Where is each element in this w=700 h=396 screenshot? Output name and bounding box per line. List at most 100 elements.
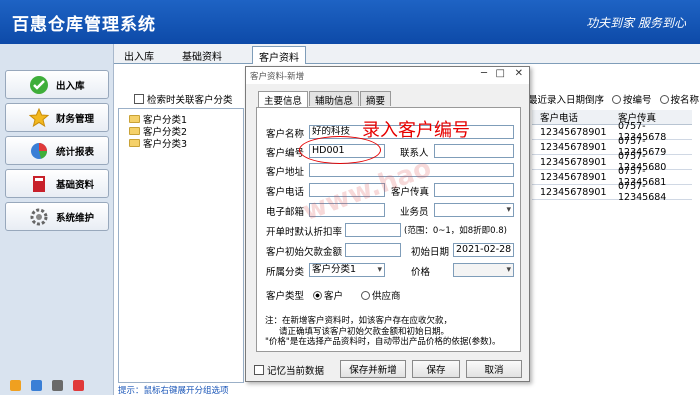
fax-label: 客户传真 — [391, 187, 430, 198]
initial-date-label: 初始日期 — [411, 247, 450, 258]
discount-label: 开单时默认折扣率 — [266, 227, 343, 238]
tab-main-info[interactable]: 主要信息 — [258, 91, 309, 107]
phone-field[interactable] — [309, 183, 385, 197]
tab-customer-data[interactable]: 客户资料 — [252, 46, 306, 64]
cell: 0757-12345684 — [618, 181, 667, 203]
table-row[interactable]: 12345678901 0757-12345684 — [532, 181, 692, 203]
app-title: 百惠仓库管理系统 — [12, 15, 156, 35]
cell: 12345678901 — [540, 126, 607, 138]
note-line: "价格"是在选择产品资料时，自动带出产品价格的依据(参数)。 — [265, 337, 501, 347]
note-line: 请正确填写该客户初始欠款金额和初始日期。 — [279, 326, 450, 337]
remember-checkbox[interactable]: 记忆当前数据 — [254, 363, 324, 377]
checkbox-box[interactable] — [254, 365, 264, 375]
phone-label: 客户电话 — [266, 187, 305, 198]
radio-label: 供应商 — [372, 291, 401, 302]
check-icon — [28, 74, 50, 96]
sidebar-item-system[interactable]: 系统维护 — [5, 202, 109, 231]
contact-field[interactable] — [434, 144, 514, 158]
email-label: 电子邮箱 — [266, 207, 305, 218]
initial-debt-label: 客户初始欠款金额 — [266, 247, 343, 258]
radio-label: 按编号 — [623, 95, 652, 106]
address-field[interactable] — [309, 163, 514, 177]
sidebar-item-label: 基础资料 — [56, 179, 95, 191]
tree-item-label: 客户分类3 — [143, 139, 188, 150]
code-label: 客户编号 — [266, 148, 305, 159]
sidebar-item-label: 出入库 — [56, 80, 85, 92]
app-header: 百惠仓库管理系统 功夫到家 服务到心 — [0, 0, 700, 44]
type-supplier-radio[interactable]: 供应商 — [361, 288, 401, 302]
note-line: 注：在新增客户资料时，如该客户存在应收欠款， — [265, 316, 453, 326]
initial-debt-field[interactable] — [345, 243, 401, 257]
salesman-label: 业务员 — [400, 207, 429, 218]
cell: 12345678901 — [540, 171, 607, 183]
sort-options: 最近录入日期倒序 按编号 按名称 — [528, 92, 699, 106]
sort-code-option[interactable]: 按编号 — [612, 92, 652, 106]
address-label: 客户地址 — [266, 167, 305, 178]
tab-basic-data[interactable]: 基础资料 — [176, 46, 228, 64]
radio-icon — [313, 291, 322, 300]
fax-field[interactable] — [434, 183, 514, 197]
radio-label: 按名称 — [670, 95, 700, 106]
link-category-checkbox[interactable]: 检索时关联客户分类 — [134, 92, 233, 106]
dialog-title: 客户资料-新增 — [250, 71, 305, 82]
sort-date-option[interactable]: 最近录入日期倒序 — [528, 92, 604, 106]
contact-label: 联系人 — [400, 148, 429, 159]
folder-icon — [129, 115, 140, 123]
cell: 12345678901 — [540, 156, 607, 168]
dialog-tabs: 主要信息 辅助信息 摘要 — [258, 91, 392, 107]
category-tree: 客户分类1 客户分类2 客户分类3 — [118, 108, 244, 383]
sidebar-footer-icons — [10, 380, 84, 391]
sidebar-item-reports[interactable]: 统计报表 — [5, 136, 109, 165]
discount-field[interactable] — [345, 223, 401, 237]
checkbox-box[interactable] — [134, 94, 144, 104]
folder-icon — [129, 139, 140, 147]
exit-icon[interactable] — [73, 380, 84, 391]
user-icon[interactable] — [10, 380, 21, 391]
annotation-text: 录入客户编号 — [362, 120, 470, 141]
price-label: 价格 — [411, 267, 431, 278]
category-label: 所属分类 — [266, 267, 305, 278]
pie-chart-icon — [28, 140, 50, 162]
type-customer-radio[interactable]: 客户 — [313, 288, 343, 302]
maximize-icon[interactable]: □ — [496, 68, 505, 79]
category-select[interactable]: 客户分类1 — [309, 263, 385, 277]
cell: 12345678901 — [540, 141, 607, 153]
status-hint: 提示：鼠标右键展开分组选项 — [118, 386, 229, 396]
tab-aux-info[interactable]: 辅助信息 — [309, 91, 360, 107]
initial-date-field[interactable]: 2021-02-28 — [453, 243, 514, 257]
sort-name-option[interactable]: 按名称 — [659, 92, 700, 106]
checkbox-label: 记忆当前数据 — [267, 366, 325, 377]
tab-summary[interactable]: 摘要 — [360, 91, 392, 107]
name-label: 客户名称 — [266, 129, 305, 140]
customer-grid: 客户电话 客户传真 12345678901 0757-12345678 12345… — [532, 110, 692, 203]
help-icon[interactable] — [31, 380, 42, 391]
main-info-panel: 客户名称 好的科技 客户编号 HD001 联系人 客户地址 客户电话 客户传真 … — [256, 107, 521, 352]
tree-item[interactable]: 客户分类3 — [119, 137, 243, 150]
salesman-select[interactable] — [434, 203, 514, 217]
book-icon — [28, 173, 50, 195]
settings-icon[interactable] — [52, 380, 63, 391]
module-tabbar: 出入库 基础资料 客户资料 — [114, 44, 700, 64]
star-icon — [28, 107, 50, 129]
customer-add-dialog: 客户资料-新增 ─ □ ✕ 主要信息 辅助信息 摘要 客户名称 好的科技 客户编… — [245, 66, 530, 382]
sidebar-item-basic-data[interactable]: 基础资料 — [5, 169, 109, 198]
app-slogan: 功夫到家 服务到心 — [586, 16, 686, 30]
email-field[interactable] — [309, 203, 385, 217]
close-icon[interactable]: ✕ — [515, 68, 523, 79]
folder-icon — [129, 127, 140, 135]
type-label: 客户类型 — [266, 291, 305, 302]
radio-label: 客户 — [324, 291, 344, 302]
column-header[interactable]: 客户电话 — [532, 110, 612, 124]
tab-inout[interactable]: 出入库 — [118, 46, 160, 64]
radio-icon — [361, 291, 370, 300]
save-and-new-button[interactable]: 保存并新增 — [340, 360, 406, 378]
dialog-titlebar: 客户资料-新增 ─ □ ✕ — [246, 67, 529, 84]
save-button[interactable]: 保存 — [412, 360, 460, 378]
cancel-button[interactable]: 取消 — [466, 360, 522, 378]
sidebar-item-inout[interactable]: 出入库 — [5, 70, 109, 99]
minimize-icon[interactable]: ─ — [481, 68, 487, 79]
sidebar-item-finance[interactable]: 财务管理 — [5, 103, 109, 132]
sidebar-item-label: 系统维护 — [56, 212, 95, 224]
price-select[interactable] — [453, 263, 514, 277]
radio-icon — [659, 95, 669, 104]
